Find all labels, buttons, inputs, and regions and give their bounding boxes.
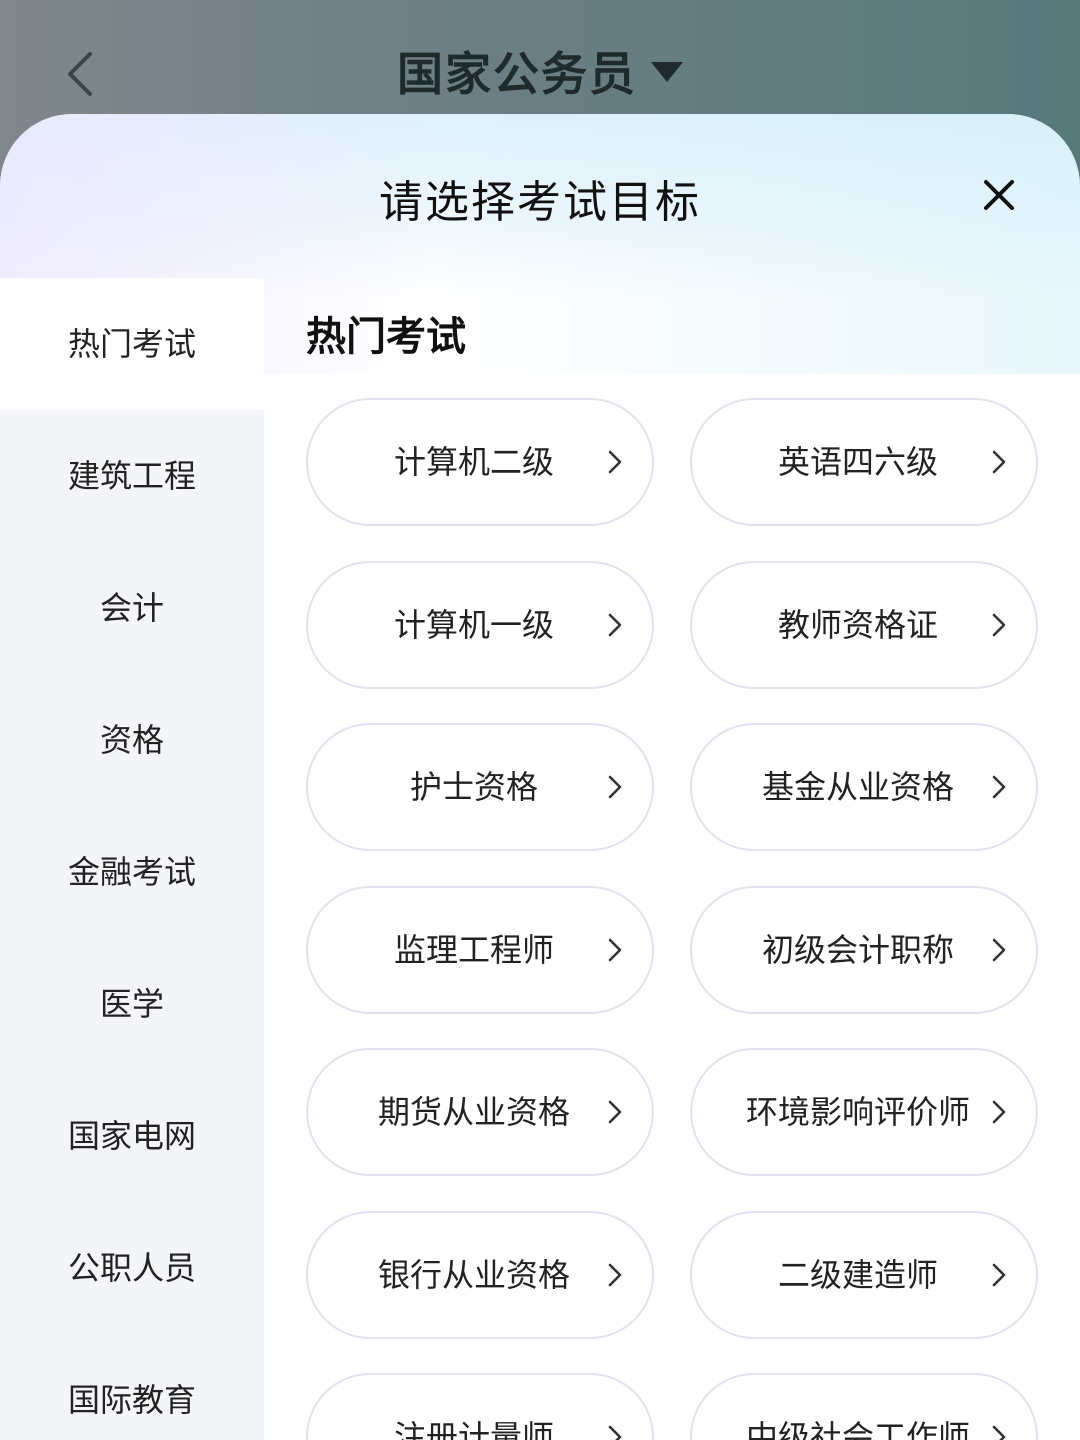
category-sidebar: 热门考试 建筑工程 会计 资格 金融考试 医学 国家电网 公职人员 国际教育 [0,278,264,1440]
exam-category-dropdown[interactable]: 国家公务员 [0,38,1080,104]
exam-option-label: 注册计量师 [393,1418,554,1440]
chevron-right-icon [988,1098,1010,1126]
chevron-right-icon [604,448,626,476]
sidebar-item[interactable]: 金融考试 [0,806,264,938]
exam-option-button[interactable]: 注册计量师 [306,1373,654,1440]
chevron-right-icon [988,611,1010,639]
exam-option-label: 初级会计职称 [761,930,954,969]
exam-option-label: 基金从业资格 [761,768,954,806]
exam-option-button[interactable]: 计算机一级 [306,560,654,689]
exam-option-label: 计算机二级 [393,443,554,481]
chevron-right-icon [988,1261,1010,1289]
close-icon [984,180,1014,210]
sidebar-item[interactable]: 资格 [0,674,264,806]
exam-option-button[interactable]: 期货从业资格 [306,1048,654,1176]
sidebar-item[interactable]: 国家电网 [0,1070,264,1202]
exam-target-sheet: 请选择考试目标 热门考试 建筑工程 会计 资格 金融考试 医学 国家电网 公职人员 国际教育 热… [0,114,1080,1440]
close-button[interactable] [974,170,1024,220]
exam-option-label: 教师资格证 [777,605,938,644]
sidebar-item[interactable]: 会计 [0,542,264,674]
exam-option-button[interactable]: 二级建造师 [690,1210,1038,1339]
chevron-right-icon [604,1423,626,1440]
chevron-right-icon [988,773,1010,801]
page-title: 国家公务员 [397,47,637,101]
sheet-title: 请选择考试目标 [379,177,701,228]
sidebar-item[interactable]: 医学 [0,938,264,1070]
chevron-right-icon [604,936,626,964]
chevron-right-icon [988,1423,1010,1440]
exam-option-label: 计算机一级 [393,605,554,644]
exam-option-button[interactable]: 银行从业资格 [306,1210,654,1339]
exam-option-button[interactable]: 教师资格证 [690,560,1038,689]
exam-option-label: 银行从业资格 [377,1255,570,1294]
chevron-right-icon [988,448,1010,476]
exam-option-button[interactable]: 监理工程师 [306,885,654,1014]
exam-option-label: 护士资格 [409,768,538,806]
chevron-right-icon [604,1261,626,1289]
exam-option-button[interactable]: 中级社会工作师 [690,1373,1038,1440]
exam-option-label: 二级建造师 [777,1255,938,1294]
section-title: 热门考试 [306,314,466,360]
exam-option-label: 监理工程师 [393,930,554,969]
caret-down-icon [651,61,683,82]
chevron-right-icon [604,773,626,801]
sidebar-item[interactable]: 建筑工程 [0,410,264,542]
sidebar-item[interactable]: 公职人员 [0,1202,264,1334]
exam-option-label: 期货从业资格 [377,1093,570,1131]
exam-option-button[interactable]: 初级会计职称 [690,885,1038,1014]
exam-option-button[interactable]: 英语四六级 [690,398,1038,526]
chevron-right-icon [988,936,1010,964]
exam-option-button[interactable]: 护士资格 [306,723,654,851]
exam-option-label: 中级社会工作师 [745,1418,970,1440]
exam-option-label: 英语四六级 [777,443,938,481]
sidebar-item[interactable]: 国际教育 [0,1334,264,1440]
chevron-right-icon [604,611,626,639]
exam-option-label: 环境影响评价师 [745,1093,970,1131]
chevron-right-icon [604,1098,626,1126]
exam-option-button[interactable]: 计算机二级 [306,398,654,526]
sidebar-item[interactable]: 热门考试 [0,278,264,410]
exam-option-button[interactable]: 基金从业资格 [690,723,1038,851]
exam-option-button[interactable]: 环境影响评价师 [690,1048,1038,1176]
